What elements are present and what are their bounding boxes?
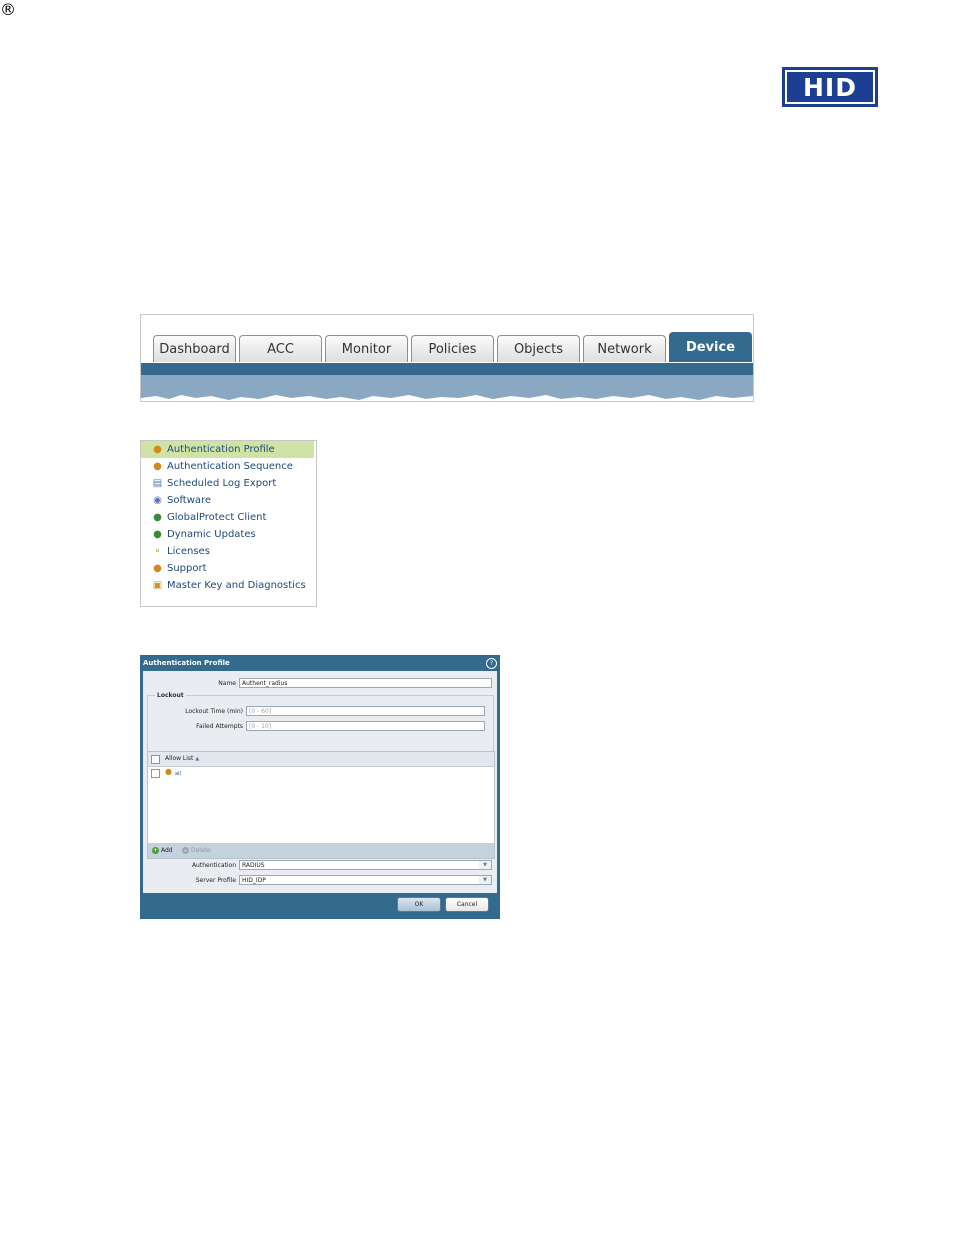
delete-button[interactable]: − Delete <box>182 847 211 854</box>
failed-attempts-field[interactable]: [0 - 10] <box>246 721 485 731</box>
main-tabs: Dashboard ACC Monitor Policies Objects N… <box>153 332 753 363</box>
allow-list-grid: Allow List ▲ ● all + Add − Delete <box>147 751 495 859</box>
support-icon: ● <box>153 562 162 574</box>
menu-item-label: GlobalProtect Client <box>167 512 267 523</box>
hid-logo: HID <box>782 67 878 107</box>
add-button[interactable]: + Add <box>152 847 173 854</box>
menu-item-label: Dynamic Updates <box>167 529 256 540</box>
menu-item-authentication-profile[interactable]: ● Authentication Profile <box>141 441 314 458</box>
server-profile-label: Server Profile <box>195 877 236 884</box>
lockout-time-field[interactable]: [0 - 60] <box>246 706 485 716</box>
menu-item-label: Master Key and Diagnostics <box>167 580 306 591</box>
tab-dashboard[interactable]: Dashboard <box>153 335 236 362</box>
menu-item-label: Scheduled Log Export <box>167 478 277 489</box>
sort-asc-icon: ▲ <box>195 756 200 762</box>
globe-update-icon: ● <box>153 528 162 540</box>
menu-item-dynamic-updates[interactable]: ● Dynamic Updates <box>141 526 316 543</box>
chevron-down-icon: ▼ <box>479 861 491 869</box>
help-icon[interactable]: ? <box>486 658 497 669</box>
add-label: Add <box>161 847 173 854</box>
logo-text: HID <box>803 72 857 102</box>
key-icon: ⚬ <box>153 545 162 557</box>
menu-item-label: Authentication Profile <box>167 444 275 455</box>
tab-monitor[interactable]: Monitor <box>325 335 408 362</box>
name-field[interactable]: Authent_radius <box>239 678 492 688</box>
registered-mark: ® <box>0 0 16 19</box>
menu-item-label: Licenses <box>167 546 210 557</box>
menu-item-support[interactable]: ● Support <box>141 560 316 577</box>
server-profile-value: HID_IDP <box>242 877 266 884</box>
allow-list-toolbar: + Add − Delete <box>148 843 494 858</box>
torn-edge <box>141 395 753 401</box>
users-sequence-icon: ● <box>153 460 162 472</box>
allow-list-header: Allow List ▲ <box>148 752 494 767</box>
user-icon: ● <box>165 767 172 776</box>
document-icon: ▤ <box>152 477 163 489</box>
select-all-checkbox[interactable] <box>151 755 160 764</box>
menu-item-label: Authentication Sequence <box>167 461 293 472</box>
server-profile-select[interactable]: HID_IDP ▼ <box>239 875 492 885</box>
allow-list-column-label: Allow List <box>165 755 194 762</box>
globe-icon: ● <box>153 511 162 523</box>
authentication-value: RADIUS <box>242 862 265 869</box>
dialog-title: Authentication Profile <box>143 659 230 667</box>
tab-device[interactable]: Device <box>669 332 752 362</box>
add-icon: + <box>152 846 159 854</box>
menu-item-label: Software <box>167 495 212 506</box>
lock-icon: ▣ <box>152 579 163 591</box>
row-checkbox[interactable] <box>151 769 160 778</box>
name-label: Name <box>218 680 236 687</box>
ok-button[interactable]: OK <box>397 897 441 912</box>
tab-acc[interactable]: ACC <box>239 335 322 362</box>
menu-item-licenses[interactable]: ⚬ Licenses <box>141 543 316 560</box>
device-menu-screenshot: ● Authentication Profile ● Authenticatio… <box>140 440 317 607</box>
lockout-time-label: Lockout Time (min) <box>185 708 243 715</box>
menu-item-authentication-sequence[interactable]: ● Authentication Sequence <box>141 458 316 475</box>
disc-icon: ◉ <box>153 494 162 506</box>
authentication-label: Authentication <box>191 862 236 869</box>
tab-objects[interactable]: Objects <box>497 335 580 362</box>
list-item[interactable]: ● all <box>148 768 494 780</box>
tab-band <box>141 363 753 375</box>
delete-icon: − <box>182 846 189 854</box>
menu-item-master-key-diagnostics[interactable]: ▣ Master Key and Diagnostics <box>141 577 316 594</box>
failed-attempts-label: Failed Attempts <box>196 723 243 730</box>
users-icon: ● <box>153 443 162 455</box>
lockout-legend: Lockout <box>155 692 186 699</box>
allow-list-item-label: all <box>175 771 181 777</box>
menu-item-globalprotect-client[interactable]: ● GlobalProtect Client <box>141 509 316 526</box>
authentication-select[interactable]: RADIUS ▼ <box>239 860 492 870</box>
authentication-profile-dialog: Authentication Profile ? Name Authent_ra… <box>140 655 500 919</box>
cancel-button[interactable]: Cancel <box>445 897 489 912</box>
menu-item-label: Support <box>167 563 207 574</box>
tab-network[interactable]: Network <box>583 335 666 362</box>
delete-label: Delete <box>191 847 211 854</box>
menu-item-scheduled-log-export[interactable]: ▤ Scheduled Log Export <box>141 475 316 492</box>
tab-policies[interactable]: Policies <box>411 335 494 362</box>
tab-bar-screenshot: Dashboard ACC Monitor Policies Objects N… <box>140 314 754 402</box>
chevron-down-icon: ▼ <box>479 876 491 884</box>
dialog-body: Name Authent_radius Lockout Lockout Time… <box>143 671 497 893</box>
allow-list-column[interactable]: Allow List ▲ <box>165 755 199 762</box>
menu-item-software[interactable]: ◉ Software <box>141 492 316 509</box>
